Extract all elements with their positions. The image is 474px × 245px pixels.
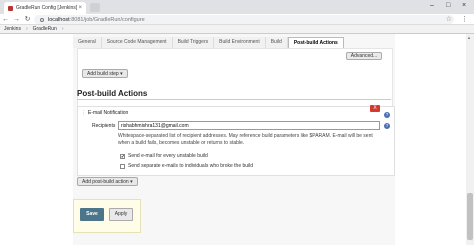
page-scrollbar[interactable]: ▲: [466, 34, 474, 245]
browser-toolbar: ← → ↻ localhost :8081/job/GradleRun/conf…: [0, 14, 474, 25]
tab-build-triggers[interactable]: Build Triggers: [172, 37, 215, 48]
tab-build[interactable]: Build: [265, 37, 288, 48]
separate-emails-checkbox[interactable]: [120, 163, 125, 169]
browser-menu-icon[interactable]: ⋮: [461, 15, 468, 23]
minimize-icon[interactable]: –: [430, 2, 434, 9]
email-notification-heading: E-mail Notification: [88, 110, 129, 116]
breadcrumb-gradlerun[interactable]: GradleRun: [33, 26, 57, 32]
section-divider: [77, 99, 391, 100]
post-build-section-title: Post-build Actions: [77, 89, 148, 98]
browser-tab[interactable]: GradleRun Config [Jenkins] ×: [4, 2, 86, 14]
browser-tab-strip: GradleRun Config [Jenkins] × – □ ×: [0, 0, 474, 14]
maximize-icon[interactable]: □: [446, 2, 450, 9]
back-icon[interactable]: ←: [0, 16, 11, 23]
unstable-build-label: Send e-mail for every unstable build: [128, 153, 208, 159]
new-tab-button[interactable]: [90, 3, 100, 12]
unstable-build-checkbox-row[interactable]: ✔ Send e-mail for every unstable build: [120, 153, 208, 159]
scrollbar-thumb[interactable]: [467, 193, 473, 240]
breadcrumb-separator: ›: [61, 26, 64, 32]
recipients-help-icon[interactable]: ?: [384, 123, 390, 129]
tab-source-code-management[interactable]: Source Code Management: [101, 37, 173, 48]
tab-build-environment[interactable]: Build Environment: [214, 37, 266, 48]
save-apply-bar: Save Apply: [73, 199, 141, 233]
url-path: :8081/job/GradleRun/configure: [69, 16, 145, 23]
recipients-label: Recipients: [92, 123, 116, 129]
add-build-step-button[interactable]: Add build step ▾: [82, 69, 128, 78]
reload-icon[interactable]: ↻: [22, 15, 33, 23]
apply-button[interactable]: Apply: [109, 208, 133, 221]
email-notification-block: ⋮⋮ E-mail Notification X ? Recipients ? …: [77, 105, 395, 176]
url-host: localhost: [48, 16, 70, 23]
scroll-up-icon[interactable]: ▲: [467, 35, 471, 40]
tab-post-build-actions[interactable]: Post-build Actions: [287, 37, 344, 48]
tab-close-icon[interactable]: ×: [78, 5, 82, 11]
add-post-build-action-button[interactable]: Add post-build action ▾: [77, 177, 138, 186]
delete-action-button[interactable]: X: [370, 105, 380, 112]
bookmark-star-icon[interactable]: ☆: [446, 15, 452, 23]
save-button[interactable]: Save: [80, 208, 104, 221]
window-close-icon[interactable]: ×: [462, 2, 466, 9]
browser-tab-title: GradleRun Config [Jenkins]: [16, 5, 78, 11]
config-tab-bar: General Source Code Management Build Tri…: [73, 37, 395, 48]
address-bar[interactable]: localhost :8081/job/GradleRun/configure: [34, 15, 454, 24]
site-info-icon[interactable]: [40, 17, 44, 22]
build-section: Advanced... Add build step ▾: [77, 48, 393, 110]
separate-emails-label: Send separate e-mails to individuals who…: [128, 163, 254, 169]
separate-emails-checkbox-row[interactable]: Send separate e-mails to individuals who…: [120, 163, 253, 169]
help-icon[interactable]: ?: [384, 112, 390, 118]
breadcrumb-jenkins[interactable]: Jenkins: [4, 26, 21, 32]
forward-icon[interactable]: →: [11, 16, 22, 23]
breadcrumb-separator: ›: [25, 26, 28, 32]
jenkins-favicon-icon: [8, 5, 13, 11]
unstable-build-checkbox[interactable]: ✔: [120, 153, 125, 159]
breadcrumb: Jenkins › GradleRun ›: [0, 25, 474, 34]
tab-general[interactable]: General: [73, 37, 102, 48]
advanced-button[interactable]: Advanced...: [346, 52, 382, 60]
recipients-input[interactable]: [118, 121, 380, 130]
recipients-description: Whitespace-separated list of recipient a…: [118, 133, 373, 146]
